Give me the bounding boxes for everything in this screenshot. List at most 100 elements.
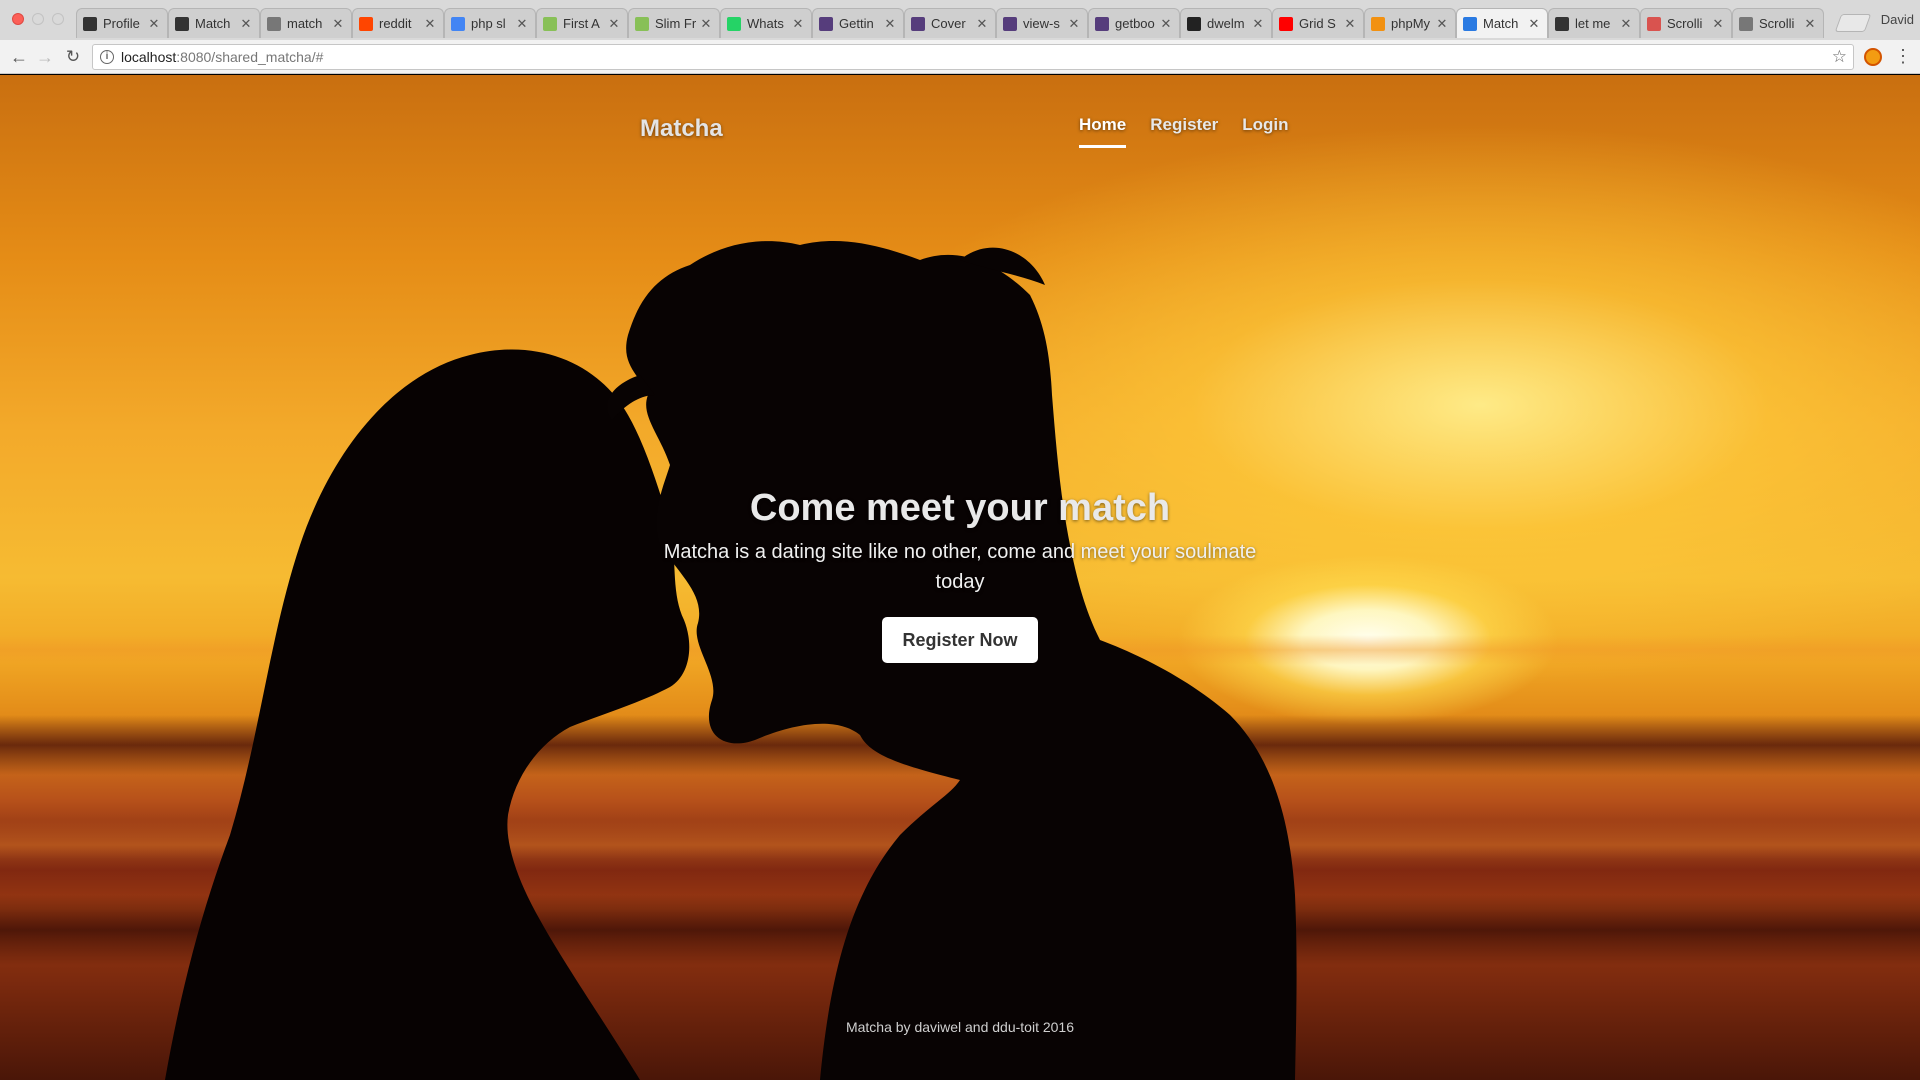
- browser-tab[interactable]: Whats ✕: [720, 8, 812, 38]
- browser-tab[interactable]: getboo ✕: [1088, 8, 1180, 38]
- browser-tab-title: Scrolli: [1759, 16, 1795, 31]
- whatsapp-icon: [727, 16, 741, 31]
- url-host: localhost: [121, 49, 177, 65]
- window-zoom-button[interactable]: [52, 13, 64, 25]
- browser-tab-title: let me: [1575, 16, 1611, 31]
- browser-tabs: Profile ✕ Match ✕ match ✕ reddit ✕ php sl ✕ First …: [76, 8, 1824, 40]
- hero-content: Come meet your match Matcha is a dating …: [560, 485, 1360, 663]
- tab-close-icon[interactable]: ✕: [147, 16, 161, 32]
- site-info-icon[interactable]: i: [100, 50, 114, 64]
- pinned-app-icon: [175, 16, 189, 31]
- browser-tab-title: Whats: [747, 16, 784, 31]
- info-icon: [1555, 16, 1569, 31]
- reload-icon[interactable]: ↻: [62, 46, 84, 68]
- tab-close-icon[interactable]: ✕: [423, 16, 437, 32]
- extension-icon[interactable]: [1864, 48, 1882, 66]
- register-now-button[interactable]: Register Now: [882, 617, 1038, 663]
- bootstrap-icon: [911, 16, 925, 31]
- browser-tab[interactable]: view-s ✕: [996, 8, 1088, 38]
- tab-close-icon[interactable]: ✕: [1067, 16, 1081, 32]
- browser-tab-title: Match: [1483, 16, 1519, 31]
- browser-tab[interactable]: php sl ✕: [444, 8, 536, 38]
- tab-close-icon[interactable]: ✕: [975, 16, 989, 32]
- address-url[interactable]: localhost:8080/shared_matcha/#: [121, 49, 323, 65]
- window-minimize-button[interactable]: [32, 13, 44, 25]
- browser-tab[interactable]: reddit ✕: [352, 8, 444, 38]
- browser-tab[interactable]: Scrolli ✕: [1732, 8, 1824, 38]
- bookmark-star-icon[interactable]: ☆: [1832, 47, 1847, 67]
- document-icon: [1739, 16, 1753, 31]
- browser-menu-icon[interactable]: ⋮: [1894, 47, 1912, 65]
- browser-tab-strip: Profile ✕ Match ✕ match ✕ reddit ✕ php sl ✕ First …: [0, 0, 1920, 40]
- phpmyadmin-icon: [1371, 16, 1385, 31]
- document-icon: [267, 16, 281, 31]
- tab-close-icon[interactable]: ✕: [883, 16, 897, 32]
- site-nav-links: Home Register Login: [1079, 115, 1289, 148]
- profile-name[interactable]: David: [1881, 12, 1914, 27]
- url-path: :8080/shared_matcha/#: [176, 49, 324, 65]
- window-close-button[interactable]: [12, 13, 24, 25]
- browser-tab[interactable]: Cover ✕: [904, 8, 996, 38]
- browser-tab-title: Cover: [931, 16, 966, 31]
- browser-tab[interactable]: Scrolli ✕: [1640, 8, 1732, 38]
- browser-tab-title: First A: [563, 16, 600, 31]
- browser-tab-title: Grid S: [1299, 16, 1336, 31]
- address-bar[interactable]: i localhost:8080/shared_matcha/# ☆: [92, 44, 1854, 70]
- tab-close-icon[interactable]: ✕: [515, 16, 529, 32]
- browser-tab-title: match: [287, 16, 323, 31]
- tab-close-icon[interactable]: ✕: [1343, 16, 1357, 32]
- browser-tab-title: phpMy: [1391, 16, 1431, 31]
- site-navbar: Matcha Home Register Login: [0, 75, 1920, 165]
- browser-tab[interactable]: phpMy ✕: [1364, 8, 1456, 38]
- new-tab-button[interactable]: [1834, 14, 1872, 32]
- browser-tab[interactable]: Match ✕: [168, 8, 260, 38]
- browser-tab[interactable]: First A ✕: [536, 8, 628, 38]
- nav-home-link[interactable]: Home: [1079, 115, 1127, 148]
- browser-tab[interactable]: match ✕: [260, 8, 352, 38]
- tab-close-icon[interactable]: ✕: [699, 16, 713, 32]
- browser-tab-title: Scrolli: [1667, 16, 1703, 31]
- browser-tab[interactable]: Match ✕: [1456, 8, 1548, 38]
- tab-close-icon[interactable]: ✕: [1435, 16, 1449, 32]
- browser-tab-title: dwelm: [1207, 16, 1245, 31]
- browser-toolbar: ← → ↻ i localhost:8080/shared_matcha/# ☆…: [0, 40, 1920, 74]
- youtube-icon: [1279, 16, 1293, 31]
- tab-close-icon[interactable]: ✕: [1619, 16, 1633, 32]
- slim-icon: [635, 16, 649, 31]
- tab-close-icon[interactable]: ✕: [331, 16, 345, 32]
- hero-lead-text: Matcha is a dating site like no other, c…: [663, 541, 1257, 593]
- browser-tab-title: Profile: [103, 16, 140, 31]
- browser-tab-title: Gettin: [839, 16, 874, 31]
- nav-register-link[interactable]: Register: [1150, 115, 1218, 148]
- site-brand[interactable]: Matcha: [640, 115, 723, 143]
- back-arrow-icon[interactable]: ←: [8, 46, 30, 68]
- bootstrap-icon: [819, 16, 833, 31]
- tab-close-icon[interactable]: ✕: [607, 16, 621, 32]
- browser-tab-title: reddit: [379, 16, 412, 31]
- matcha-icon: [1463, 16, 1477, 31]
- scroll-icon: [1647, 16, 1661, 31]
- browser-tab[interactable]: dwelm ✕: [1180, 8, 1272, 38]
- forward-arrow-icon[interactable]: →: [34, 46, 56, 68]
- browser-tab-title: php sl: [471, 16, 506, 31]
- tab-close-icon[interactable]: ✕: [791, 16, 805, 32]
- browser-tab[interactable]: let me ✕: [1548, 8, 1640, 38]
- tab-close-icon[interactable]: ✕: [1711, 16, 1725, 32]
- browser-tab[interactable]: Gettin ✕: [812, 8, 904, 38]
- browser-tab[interactable]: Profile ✕: [76, 8, 168, 38]
- tab-close-icon[interactable]: ✕: [1527, 16, 1541, 32]
- bootstrap-icon: [1095, 16, 1109, 31]
- browser-tab-title: view-s: [1023, 16, 1060, 31]
- tab-close-icon[interactable]: ✕: [239, 16, 253, 32]
- github-icon: [1187, 16, 1201, 31]
- bootstrap-icon: [1003, 16, 1017, 31]
- pinned-app-icon: [83, 16, 97, 31]
- tab-close-icon[interactable]: ✕: [1251, 16, 1265, 32]
- browser-tab[interactable]: Slim Fr ✕: [628, 8, 720, 38]
- browser-tab[interactable]: Grid S ✕: [1272, 8, 1364, 38]
- browser-tab-title: getboo: [1115, 16, 1155, 31]
- nav-login-link[interactable]: Login: [1242, 115, 1288, 148]
- tab-close-icon[interactable]: ✕: [1159, 16, 1173, 32]
- tab-close-icon[interactable]: ✕: [1803, 16, 1817, 32]
- google-icon: [451, 16, 465, 31]
